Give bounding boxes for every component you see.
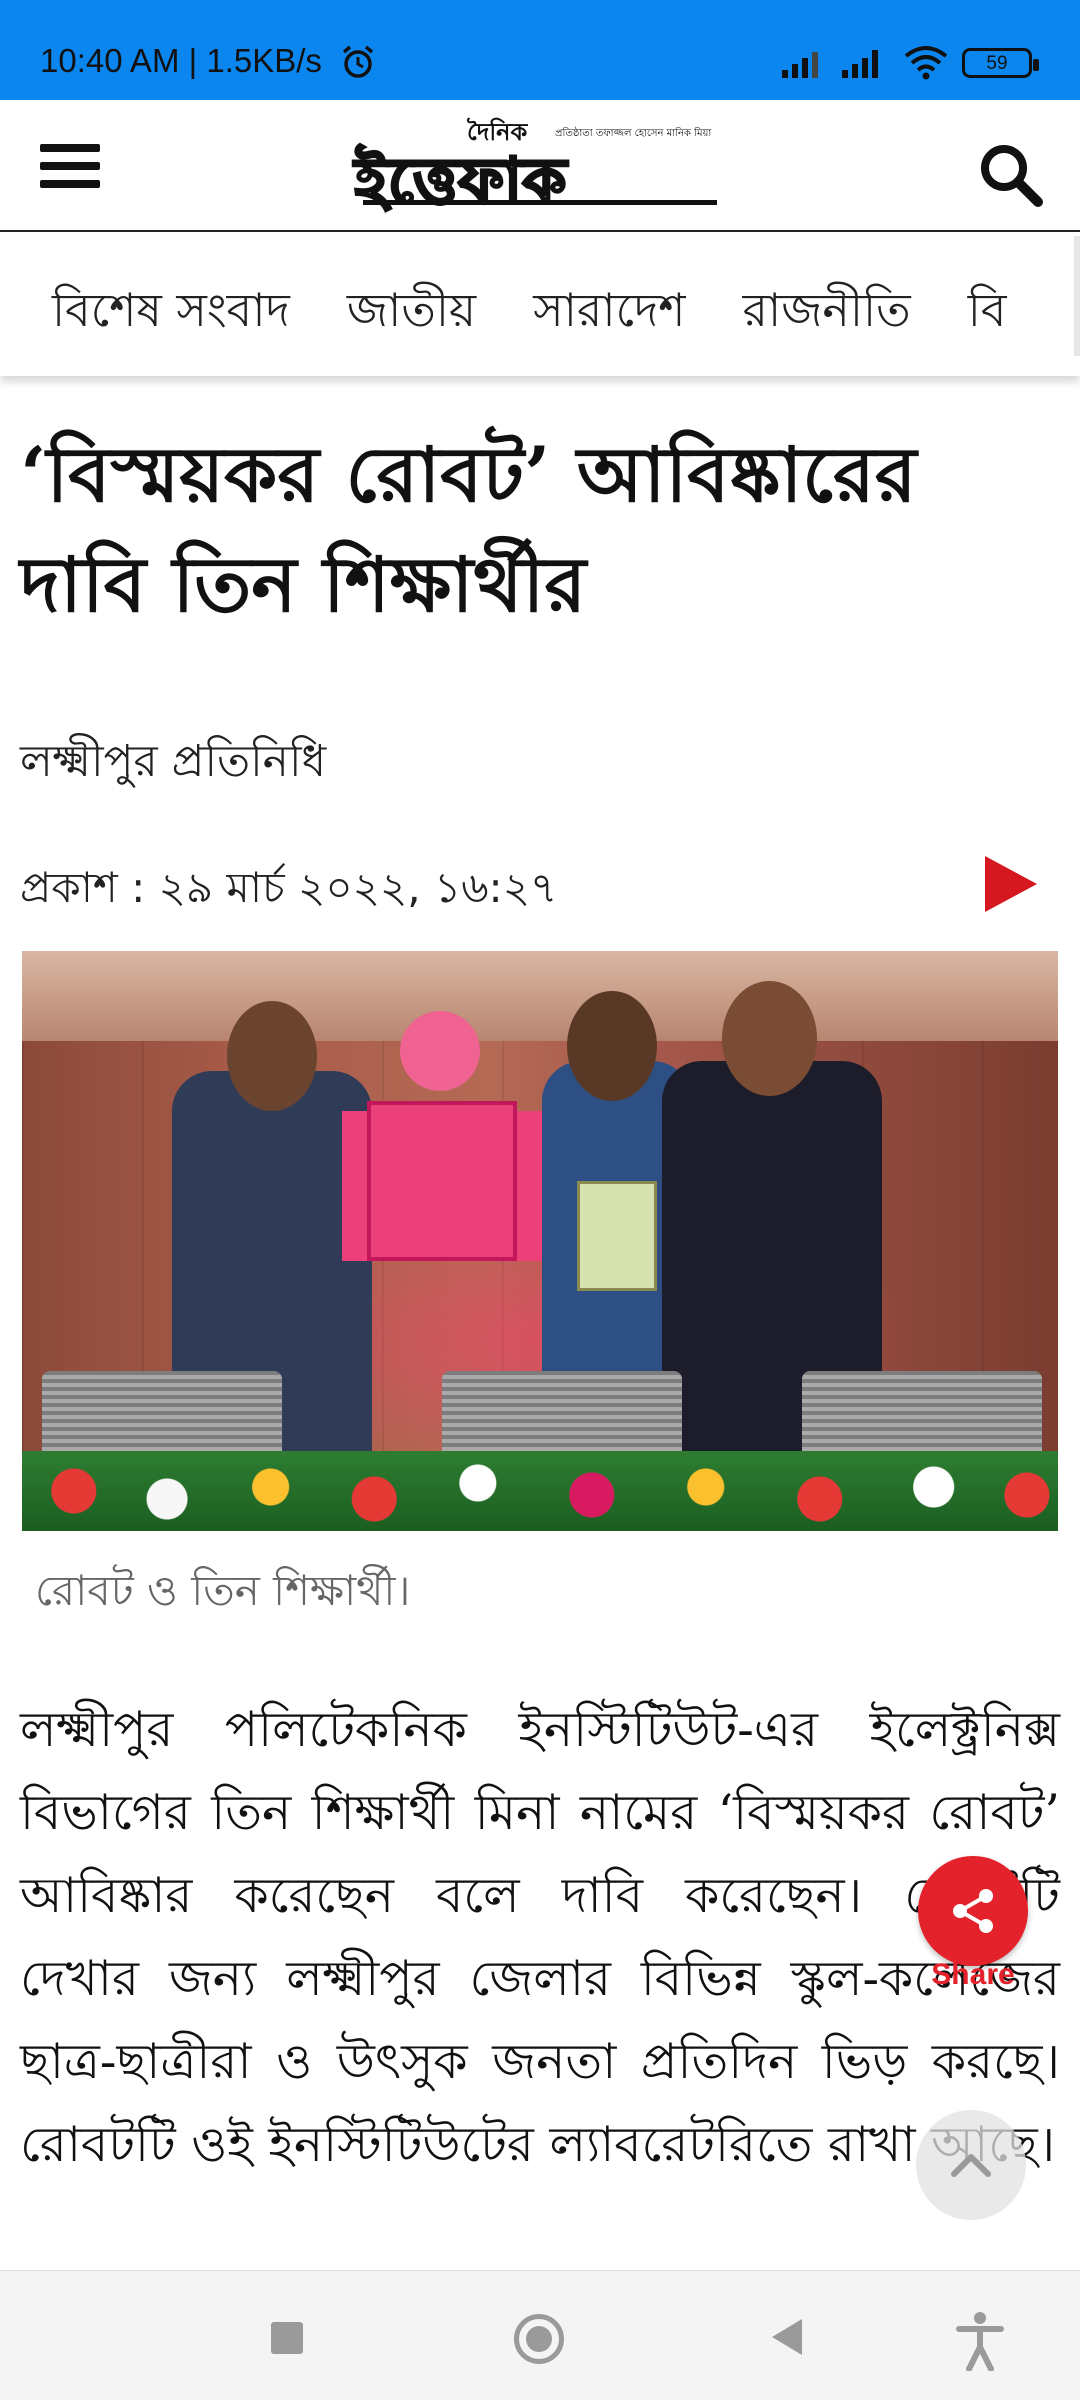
category-country[interactable]: সারাদেশ [533,276,685,352]
signal-icon [842,50,878,78]
recent-apps-icon[interactable] [271,2322,303,2354]
status-time: 10:40 AM | 1.5KB/s [40,42,322,79]
site-logo[interactable]: দৈনিক প্রতিষ্ঠাতা তফাজ্জল হোসেন মানিক মি… [353,114,725,219]
system-nav-bar [0,2270,1080,2400]
photo-robot [400,1011,480,1091]
logo-underline [363,200,717,205]
photo-trophy [577,1181,657,1291]
accessibility-icon[interactable] [955,2311,1005,2371]
article-headline: ‘বিস্ময়কর রোবট’ আবিষ্কারের দাবি তিন শিক… [20,430,917,629]
alarm-icon [342,45,374,78]
category-nav: বিশেষ সংবাদ জাতীয় সারাদেশ রাজনীতি বি [0,236,1080,376]
share-icon [953,1889,993,1933]
image-caption: রোবট ও তিন শিক্ষার্থী। [35,1566,411,1615]
category-national[interactable]: জাতীয় [347,276,476,352]
share-label: Share [931,1958,1015,1991]
play-audio-button[interactable] [985,856,1037,912]
status-bar: 10:40 AM | 1.5KB/s 59 [0,0,1080,100]
battery-level: 59 [986,53,1008,74]
hamburger-menu-icon[interactable] [40,144,100,194]
app-header: দৈনিক প্রতিষ্ঠাতা তফাজ্জল হোসেন মানিক মি… [0,100,1080,232]
category-list: বিশেষ সংবাদ জাতীয় সারাদেশ রাজনীতি বি [52,276,1059,352]
article-published-date: প্রকাশ : ২৯ মার্চ ২০২২, ১৬:২৭ [20,863,558,912]
scroll-to-top-button[interactable] [916,2110,1026,2220]
logo-main-text: ইত্তেফাক [353,143,568,219]
category-special-news[interactable]: বিশেষ সংবাদ [52,276,290,352]
home-icon[interactable] [514,2314,564,2364]
category-politics[interactable]: রাজনীতি [743,276,911,352]
category-scrollbar[interactable] [1074,236,1080,356]
logo-tagline: প্রতিষ্ঠাতা তফাজ্জল হোসেন মানিক মিয়া [555,128,712,139]
article-reporter: লক্ষ্মীপুর প্রতিনিধি [20,736,327,787]
wifi-icon [904,46,948,80]
back-icon[interactable] [772,2319,802,2355]
article-body: লক্ষ্মীপুর পলিটেকনিক ইনস্টিটিউট-এর ইলেক্… [20,1701,1060,2173]
battery-icon: 59 [962,48,1039,78]
article-photo [22,951,1058,1531]
chevron-up-icon [951,2154,991,2177]
category-next[interactable]: বি [968,276,1007,352]
signal-icon [782,52,818,78]
share-button[interactable] [918,1856,1028,1966]
search-icon[interactable] [976,140,1046,210]
